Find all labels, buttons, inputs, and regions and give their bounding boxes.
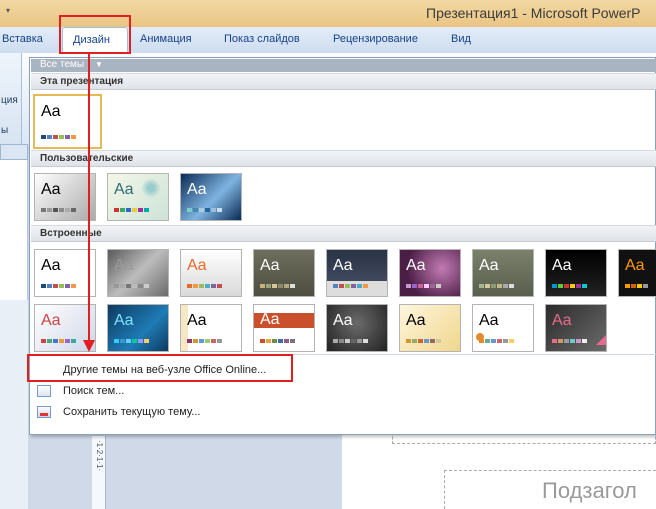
theme-filter-bar[interactable]: Все темы ▼: [31, 59, 656, 72]
theme-sample-text: Aa: [114, 257, 134, 274]
section-label: Встроенные: [40, 228, 102, 239]
theme-sample-text: Aa: [552, 312, 572, 329]
theme-builtin-office[interactable]: Aa: [34, 249, 96, 297]
theme-color-bars: [479, 284, 514, 288]
theme-builtin-2[interactable]: Aa: [107, 249, 169, 297]
theme-custom-2[interactable]: Aa: [107, 173, 169, 221]
theme-filter-label: Все темы: [40, 59, 85, 70]
ribbon-fragment-2: ы: [1, 125, 9, 136]
theme-builtin-5[interactable]: Aa: [326, 249, 388, 297]
theme-sample-text: Aa: [479, 257, 499, 274]
ribbon-group-edge: ция ы: [0, 53, 22, 145]
section-this-presentation: Эта презентация: [31, 73, 656, 90]
slides-tab-strip[interactable]: [0, 144, 28, 160]
theme-color-bars: [333, 339, 368, 343]
theme-color-bars: [114, 208, 149, 212]
section-custom: Пользовательские: [31, 150, 656, 167]
highlight-menu-annotation: [27, 354, 293, 382]
tab-slideshow[interactable]: Показ слайдов: [224, 33, 300, 45]
theme-builtin-10[interactable]: Aa: [34, 304, 96, 352]
theme-builtin-16[interactable]: Aa: [472, 304, 534, 352]
menu-save-current-theme[interactable]: Сохранить текущую тему...: [63, 406, 200, 418]
theme-color-bars: [406, 339, 441, 343]
theme-sample-text: Aa: [260, 257, 280, 274]
theme-sample-text: Aa: [114, 312, 134, 329]
save-theme-icon: [37, 406, 51, 418]
slide-thumbnails-panel[interactable]: [0, 160, 28, 300]
tab-insert[interactable]: Вставка: [2, 33, 43, 45]
theme-color-bars: [552, 339, 587, 343]
theme-sample-text: Aa: [41, 181, 61, 198]
theme-color-bars: [625, 284, 648, 288]
theme-custom-3[interactable]: Aa: [180, 173, 242, 221]
theme-builtin-17[interactable]: Aa: [545, 304, 607, 352]
theme-sample-text: Aa: [333, 312, 353, 329]
theme-color-bars: [260, 339, 295, 343]
theme-builtin-8[interactable]: Aa: [545, 249, 607, 297]
theme-color-bars: [260, 284, 295, 288]
menu-browse-themes[interactable]: Поиск тем...: [63, 385, 124, 397]
window-title: Презентация1 - Microsoft PowerP: [426, 5, 641, 21]
theme-sample-text: Aa: [406, 312, 426, 329]
theme-builtin-4[interactable]: Aa: [253, 249, 315, 297]
folder-browse-icon: [37, 385, 51, 397]
theme-builtin-7[interactable]: Aa: [472, 249, 534, 297]
theme-sample-text: Aa: [333, 257, 353, 274]
thumbnails-panel-empty: [0, 300, 28, 509]
theme-sample-text: Aa: [479, 312, 499, 329]
theme-builtin-3[interactable]: Aa: [180, 249, 242, 297]
section-label: Пользовательские: [40, 153, 134, 164]
theme-builtin-15[interactable]: Aa: [399, 304, 461, 352]
theme-sample-text: Aa: [552, 257, 572, 274]
theme-current[interactable]: Aa: [33, 94, 102, 149]
theme-builtin-11[interactable]: Aa: [107, 304, 169, 352]
theme-color-bars: [552, 284, 587, 288]
theme-sample-text: Aa: [406, 257, 426, 274]
theme-sample-text: Aa: [114, 181, 134, 198]
theme-color-bars: [41, 339, 76, 343]
theme-sample-text: Aa: [187, 257, 207, 274]
theme-sample-text: Aa: [41, 312, 61, 329]
theme-color-bars: [479, 339, 514, 343]
chevron-down-icon: ▼: [95, 60, 103, 69]
theme-custom-1[interactable]: Aa: [34, 173, 96, 221]
theme-sample-text: Aa: [41, 257, 61, 274]
theme-color-bars: [406, 284, 441, 288]
section-builtin: Встроенные: [31, 225, 656, 242]
theme-sample-text: Aa: [187, 312, 207, 329]
ruler-ticks: ·1·2·1·1·: [95, 440, 104, 472]
theme-color-bars: [333, 284, 368, 288]
theme-decoration: [596, 335, 606, 345]
quick-access-dropdown-icon[interactable]: ▾: [6, 6, 10, 15]
theme-color-bars: [187, 208, 222, 212]
theme-sample-text: Aa: [41, 103, 61, 120]
subtitle-placeholder-text: Подзагол: [542, 478, 637, 503]
ribbon-fragment-1: ция: [1, 95, 18, 106]
theme-builtin-9[interactable]: Aa: [618, 249, 656, 297]
tab-view[interactable]: Вид: [451, 33, 471, 45]
theme-color-bars: [41, 284, 76, 288]
tab-review[interactable]: Рецензирование: [333, 33, 418, 45]
theme-decoration: [138, 178, 164, 198]
theme-builtin-14[interactable]: Aa: [326, 304, 388, 352]
tab-animation[interactable]: Анимация: [140, 33, 192, 45]
theme-color-bars: [114, 284, 149, 288]
theme-sample-text: Aa: [260, 311, 280, 328]
theme-color-bars: [187, 339, 222, 343]
theme-color-bars: [114, 339, 149, 343]
theme-color-bars: [41, 208, 76, 212]
theme-sample-text: Aa: [187, 181, 207, 198]
theme-color-bars: [187, 284, 222, 288]
theme-sample-text: Aa: [625, 257, 645, 274]
theme-builtin-12[interactable]: Aa: [180, 304, 242, 352]
theme-builtin-13[interactable]: Aa: [253, 304, 315, 352]
theme-builtin-6[interactable]: Aa: [399, 249, 461, 297]
theme-color-bars: [41, 135, 76, 139]
section-label: Эта презентация: [40, 76, 124, 87]
highlight-tab-annotation: [59, 15, 131, 54]
save-theme-icon-accent: [40, 413, 48, 416]
